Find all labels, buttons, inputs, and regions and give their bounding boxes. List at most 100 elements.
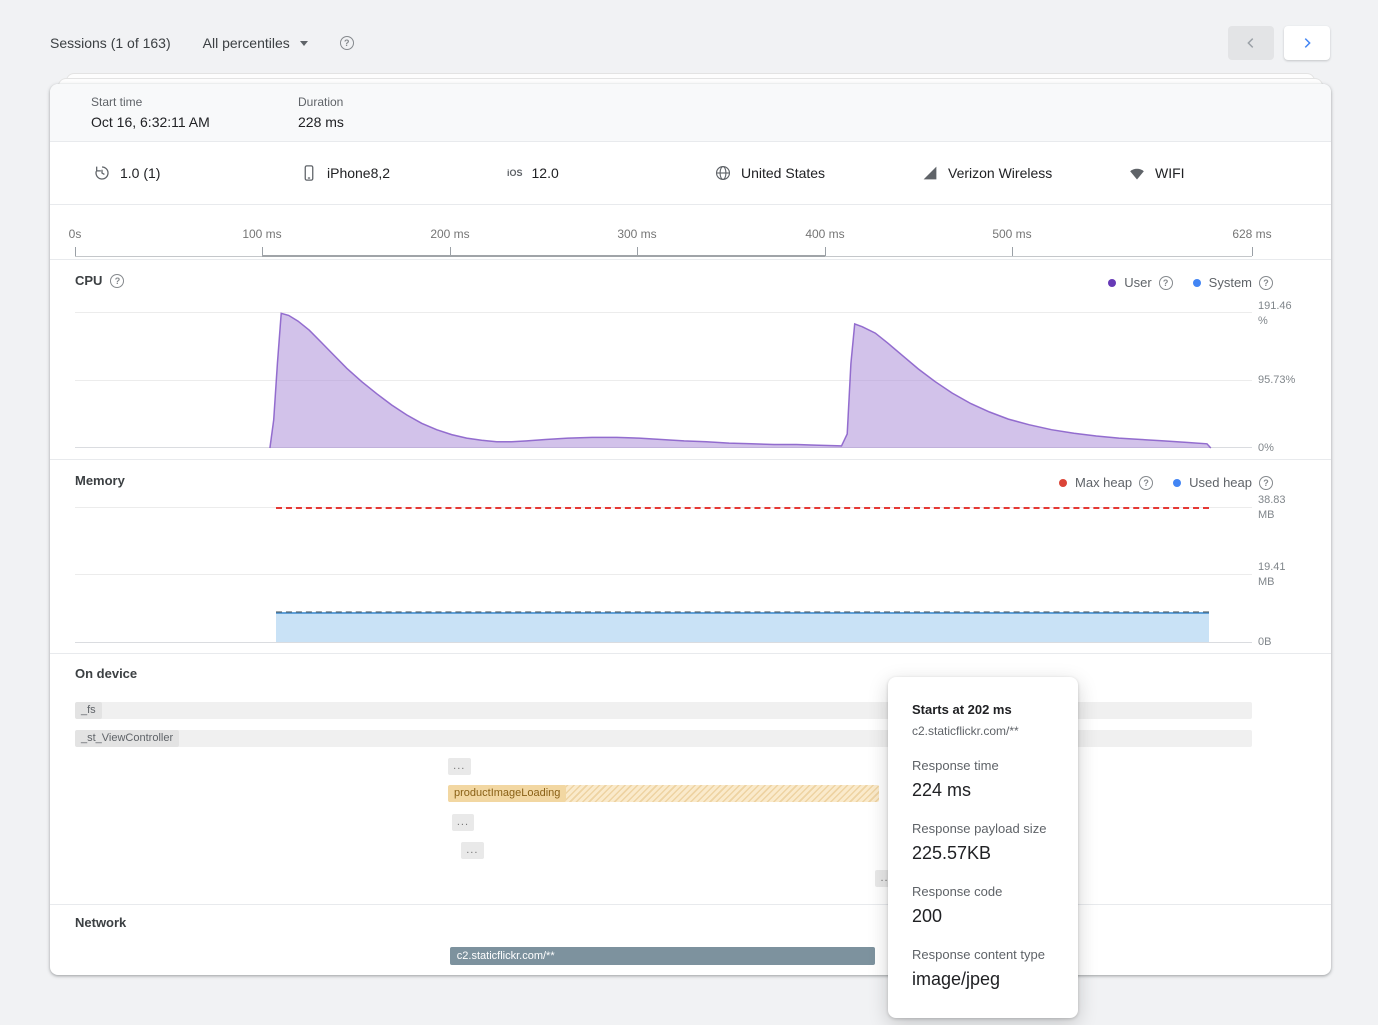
tooltip-url: c2.staticflickr.com/** bbox=[912, 724, 1054, 738]
legend-label: Max heap bbox=[1075, 475, 1132, 490]
help-icon[interactable] bbox=[340, 36, 354, 50]
help-icon[interactable] bbox=[1259, 276, 1273, 290]
ruler-tick bbox=[1012, 247, 1013, 256]
legend-dot bbox=[1193, 279, 1201, 287]
tooltip-field-label: Response payload size bbox=[912, 821, 1054, 836]
tooltip-field-label: Response content type bbox=[912, 947, 1054, 962]
tooltip-field-value: image/jpeg bbox=[912, 969, 1054, 990]
ruler-tick-label: 200 ms bbox=[430, 227, 469, 241]
tooltip-field-value: 200 bbox=[912, 906, 1054, 927]
legend-label: System bbox=[1209, 275, 1252, 290]
device-model-item: iPhone8,2 bbox=[300, 142, 390, 204]
memory-y-axis-label: 19.41 MB bbox=[1258, 560, 1286, 590]
ruler-tick-label: 0s bbox=[69, 227, 82, 241]
help-icon[interactable] bbox=[1159, 276, 1173, 290]
country-label: United States bbox=[741, 165, 825, 181]
topbar: Sessions (1 of 163) All percentiles bbox=[50, 26, 354, 60]
collapsed-trace-chip[interactable]: ... bbox=[448, 758, 471, 775]
network-request-bar[interactable]: c2.staticflickr.com/** bbox=[450, 947, 875, 965]
os-version-label: 12.0 bbox=[532, 165, 559, 181]
on-device-section: On device _fs _st_ViewController ... pro… bbox=[50, 654, 1331, 905]
legend-item-used-heap: Used heap bbox=[1173, 475, 1273, 490]
ruler-tick-label: 500 ms bbox=[992, 227, 1031, 241]
on-device-title-row: On device bbox=[75, 666, 137, 681]
cpu-legend: User System bbox=[1108, 275, 1273, 290]
tooltip-field-label: Response time bbox=[912, 758, 1054, 773]
duration-value: 228 ms bbox=[298, 114, 344, 130]
help-icon[interactable] bbox=[110, 274, 124, 288]
gridline bbox=[75, 574, 1252, 575]
wifi-icon bbox=[1128, 164, 1146, 182]
duration-label: Duration bbox=[298, 95, 344, 109]
app-version-history-icon bbox=[93, 164, 111, 182]
collapsed-trace-chip[interactable]: ... bbox=[461, 842, 484, 859]
trace-bar-product-image-loading[interactable]: productImageLoading bbox=[448, 785, 879, 802]
ruler-tick bbox=[825, 247, 826, 256]
os-version-item: iOS 12.0 bbox=[507, 142, 559, 204]
max-heap-line bbox=[276, 507, 1209, 509]
cpu-chart-plot[interactable] bbox=[75, 308, 1252, 448]
tooltip-title: Starts at 202 ms bbox=[912, 702, 1054, 717]
cpu-section-title: CPU bbox=[75, 273, 102, 288]
legend-item-system: System bbox=[1193, 275, 1273, 290]
next-session-button[interactable] bbox=[1284, 26, 1330, 60]
ruler-tick bbox=[75, 247, 76, 256]
memory-section: Memory Max heap Used heap 38.83 bbox=[50, 460, 1331, 654]
session-detail-page: Sessions (1 of 163) All percentiles Star… bbox=[0, 0, 1378, 1025]
ruler-tick-label: 400 ms bbox=[805, 227, 844, 241]
used-heap-top-line bbox=[276, 611, 1209, 613]
cpu-title-row: CPU bbox=[75, 273, 124, 288]
used-heap-band[interactable] bbox=[276, 612, 1209, 642]
legend-dot bbox=[1108, 279, 1116, 287]
cpu-y-axis-label: 191.46 % bbox=[1258, 299, 1292, 329]
percentiles-dropdown[interactable]: All percentiles bbox=[203, 35, 308, 51]
percentiles-dropdown-label: All percentiles bbox=[203, 35, 290, 51]
on-device-section-title: On device bbox=[75, 666, 137, 681]
previous-session-button[interactable] bbox=[1228, 26, 1274, 60]
legend-item-max-heap: Max heap bbox=[1059, 475, 1153, 490]
memory-section-title: Memory bbox=[75, 473, 125, 488]
legend-label: User bbox=[1124, 275, 1151, 290]
legend-dot bbox=[1173, 479, 1181, 487]
collapsed-trace-chip[interactable]: ... bbox=[452, 814, 475, 831]
trace-label: _st_ViewController bbox=[75, 730, 179, 747]
carrier-item: Verizon Wireless bbox=[921, 142, 1052, 204]
gridline bbox=[75, 642, 1252, 643]
device-model-label: iPhone8,2 bbox=[327, 165, 390, 181]
help-icon[interactable] bbox=[1259, 476, 1273, 490]
timeline-ruler: 0s 100 ms 200 ms 300 ms 400 ms 500 ms 62… bbox=[50, 205, 1331, 260]
session-summary-header: Start time Oct 16, 6:32:11 AM Duration 2… bbox=[50, 84, 1331, 142]
memory-title-row: Memory bbox=[75, 473, 125, 488]
help-icon[interactable] bbox=[1139, 476, 1153, 490]
country-item: United States bbox=[714, 142, 825, 204]
start-time-label: Start time bbox=[91, 95, 210, 109]
legend-dot bbox=[1059, 479, 1067, 487]
sessions-count-label: Sessions (1 of 163) bbox=[50, 35, 171, 51]
radio-item: WIFI bbox=[1128, 142, 1185, 204]
ruler-tick-label: 628 ms bbox=[1232, 227, 1271, 241]
network-section: Network c2.staticflickr.com/** bbox=[50, 905, 1331, 975]
network-request-label: c2.staticflickr.com/** bbox=[450, 950, 562, 962]
radio-label: WIFI bbox=[1155, 165, 1185, 181]
memory-y-axis-label: 0B bbox=[1258, 635, 1271, 650]
start-time-block: Start time Oct 16, 6:32:11 AM bbox=[91, 95, 210, 130]
carrier-label: Verizon Wireless bbox=[948, 165, 1052, 181]
ruler-tick-label: 300 ms bbox=[617, 227, 656, 241]
duration-block: Duration 228 ms bbox=[298, 95, 344, 130]
tooltip-field-label: Response code bbox=[912, 884, 1054, 899]
chevron-left-icon bbox=[1244, 36, 1258, 50]
memory-y-axis-label: 38.83 MB bbox=[1258, 493, 1286, 523]
cpu-section: CPU User System bbox=[50, 260, 1331, 460]
legend-label: Used heap bbox=[1189, 475, 1252, 490]
trace-label: _fs bbox=[75, 702, 102, 719]
smartphone-icon bbox=[300, 164, 318, 182]
ruler-emphasis-span bbox=[262, 255, 825, 257]
ios-icon: iOS bbox=[507, 168, 523, 178]
app-version-label: 1.0 (1) bbox=[120, 165, 160, 181]
network-section-title: Network bbox=[75, 915, 126, 930]
signal-icon bbox=[921, 164, 939, 182]
globe-icon bbox=[714, 164, 732, 182]
legend-item-user: User bbox=[1108, 275, 1172, 290]
ruler-tick bbox=[1252, 247, 1253, 256]
app-version-item: 1.0 (1) bbox=[93, 142, 160, 204]
